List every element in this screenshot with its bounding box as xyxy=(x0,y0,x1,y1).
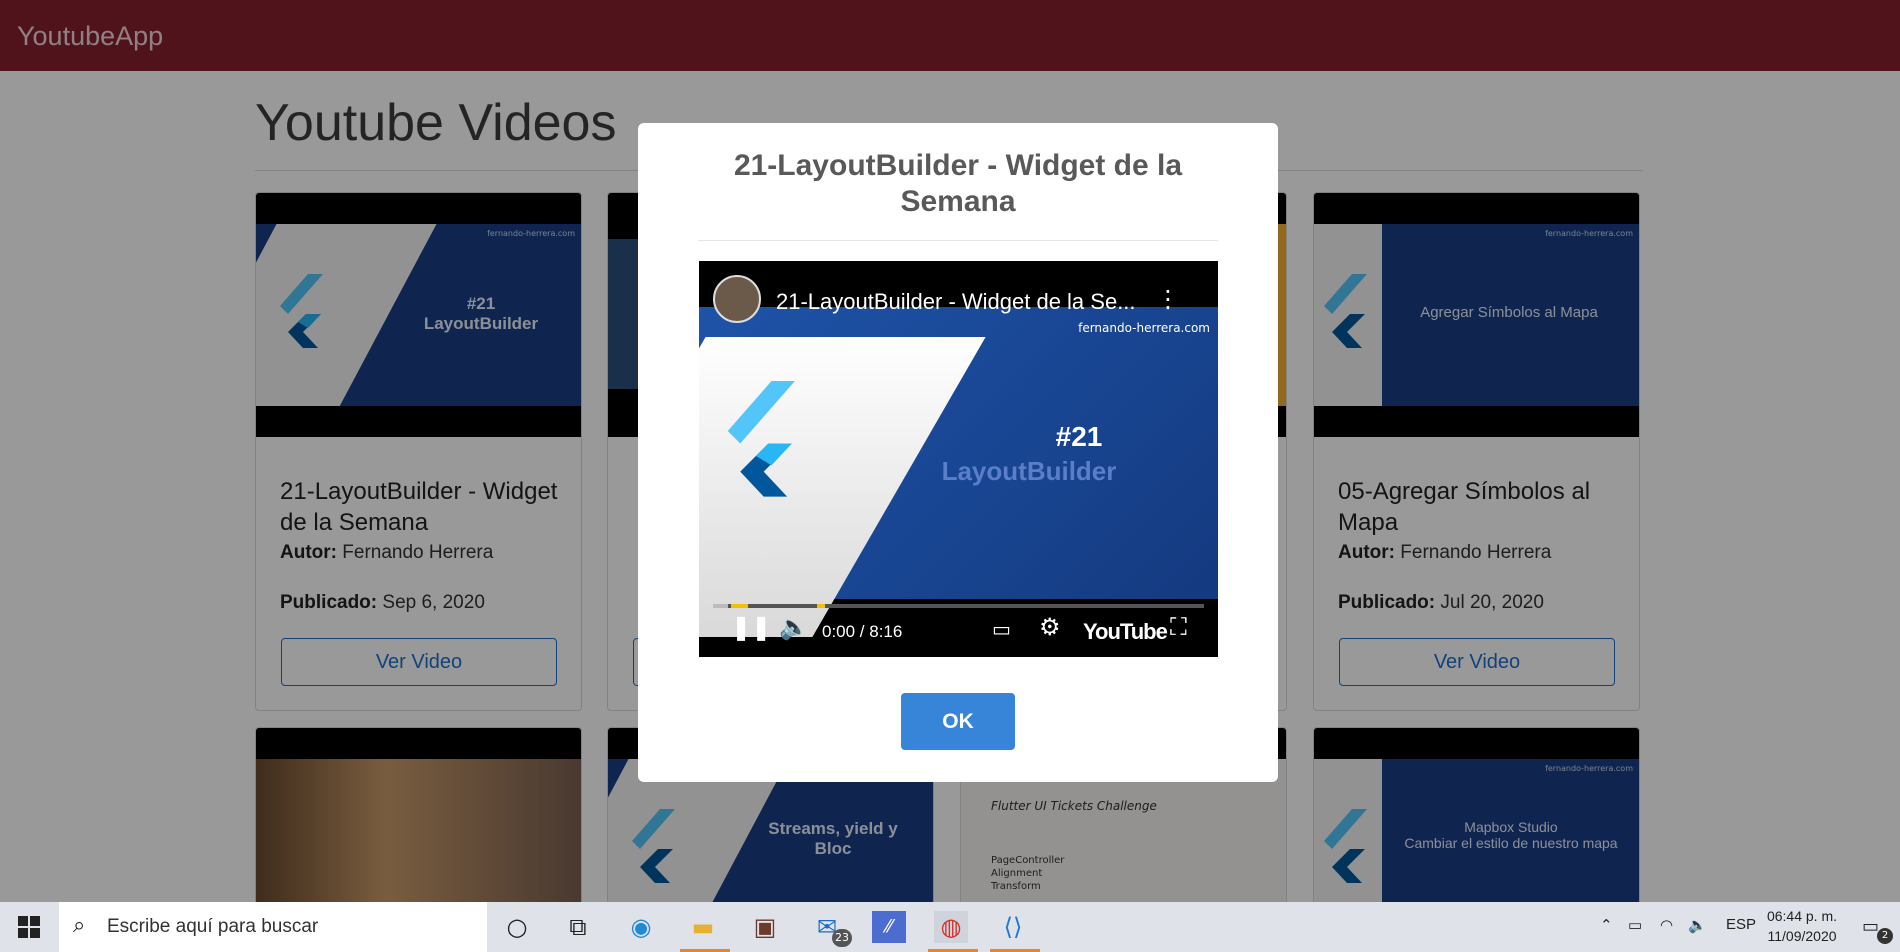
video-slide-number: #21 xyxy=(1055,421,1103,452)
more-options-icon[interactable]: ⋮ xyxy=(1156,285,1180,313)
language-indicator[interactable]: ESP xyxy=(1726,916,1756,933)
volume-icon[interactable]: 🔈 xyxy=(1688,916,1707,934)
vscode-icon[interactable]: ⟨⟩ xyxy=(996,911,1030,943)
youtube-player[interactable]: fernando-herrera.com #21 LayoutBuilder 2… xyxy=(699,261,1218,657)
search-placeholder: Escribe aquí para buscar xyxy=(107,916,319,937)
modal-divider xyxy=(698,240,1218,241)
taskbar-search-box[interactable]: ⌕ Escribe aquí para buscar xyxy=(59,902,487,952)
video-slide-title: LayoutBuilder xyxy=(941,456,1117,486)
mail-badge: 23 xyxy=(832,929,852,947)
store-icon[interactable]: ▣ xyxy=(748,911,782,943)
flutter-logo-icon xyxy=(727,381,795,497)
video-modal: 21-LayoutBuilder - Widget de la Semana f… xyxy=(638,123,1278,782)
video-player-title[interactable]: 21-LayoutBuilder - Widget de la Se... xyxy=(776,289,1136,315)
cortana-icon[interactable]: ○ xyxy=(500,911,534,943)
settings-gear-icon[interactable]: ⚙ xyxy=(1039,613,1061,641)
wifi-icon[interactable]: ◠ xyxy=(1660,916,1673,934)
windows-taskbar: ⌕ Escribe aquí para buscar ○ ⧉ ◉ ▬ ▣ ✉ 2… xyxy=(0,902,1900,952)
youtube-logo[interactable]: YouTube xyxy=(1083,619,1168,645)
battery-icon[interactable]: ▭ xyxy=(1628,916,1642,934)
subtitles-icon[interactable]: ▭ xyxy=(992,617,1011,641)
taskbar-clock[interactable]: 06:44 p. m. 11/09/2020 xyxy=(1762,906,1842,946)
pause-icon[interactable]: ❚❚ xyxy=(731,613,771,641)
ok-button[interactable]: OK xyxy=(901,693,1015,750)
notification-badge: 2 xyxy=(1877,928,1893,944)
volume-icon[interactable]: 🔈 xyxy=(779,613,809,641)
modal-title: 21-LayoutBuilder - Widget de la Semana xyxy=(733,149,1183,218)
fullscreen-icon[interactable]: ⛶ xyxy=(1170,613,1187,641)
channel-avatar[interactable] xyxy=(713,275,761,323)
video-url: fernando-herrera.com xyxy=(1078,321,1210,335)
search-icon: ⌕ xyxy=(73,913,86,938)
app-icon[interactable]: ⁄⁄ xyxy=(872,911,906,943)
video-time: 0:00 / 8:16 xyxy=(822,622,903,641)
file-explorer-icon[interactable]: ▬ xyxy=(686,911,720,943)
video-progress-bar[interactable] xyxy=(713,604,1204,608)
task-view-icon[interactable]: ⧉ xyxy=(561,911,595,943)
chrome-icon[interactable]: ◍ xyxy=(934,911,968,943)
chevron-up-icon[interactable]: ⌃ xyxy=(1600,916,1613,934)
windows-start-icon[interactable] xyxy=(18,916,40,938)
edge-browser-icon[interactable]: ◉ xyxy=(624,911,658,943)
